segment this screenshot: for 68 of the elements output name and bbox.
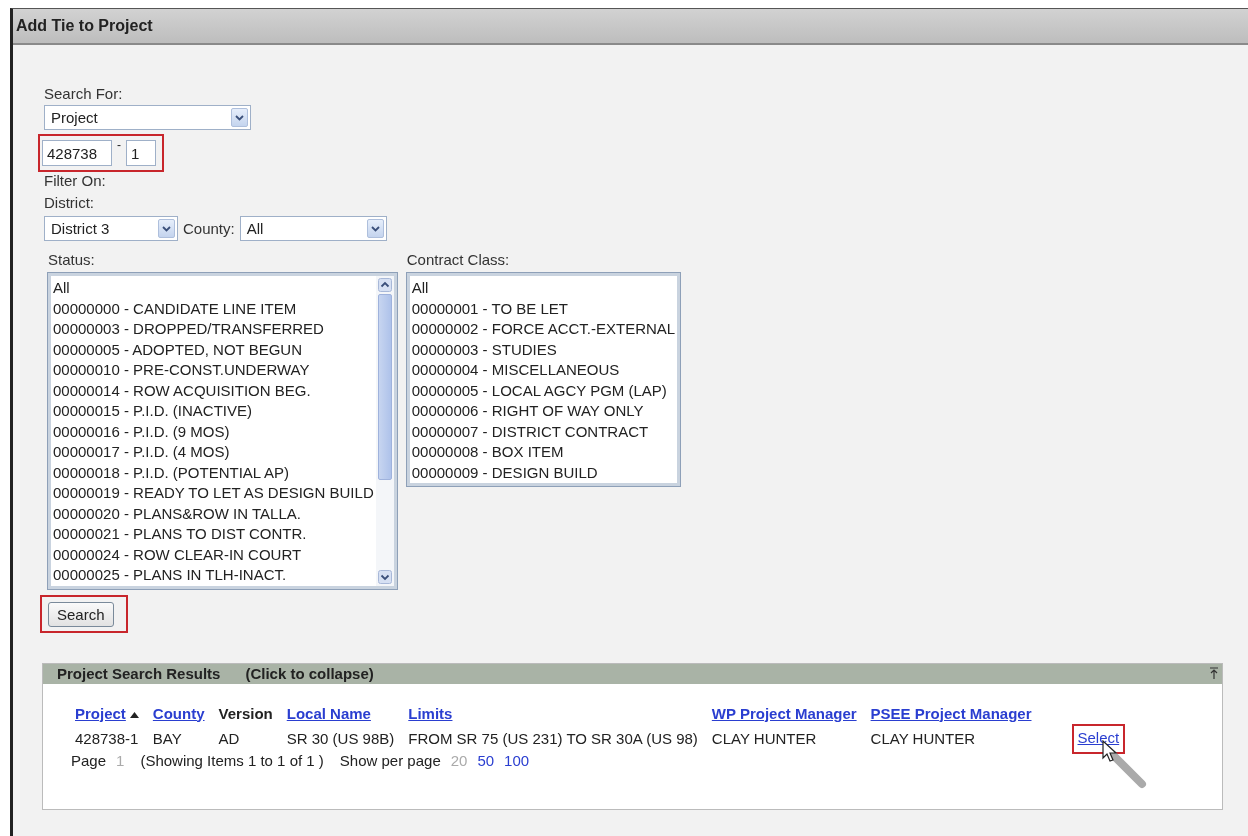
list-option[interactable]: 00000015 - P.I.D. (INACTIVE) [53, 401, 374, 422]
list-option[interactable]: 00000025 - PLANS IN TLH-INACT. [53, 565, 374, 586]
list-option[interactable]: 00000018 - P.I.D. (POTENTIAL AP) [53, 462, 374, 483]
column-header-link[interactable]: PSEE Project Manager [870, 704, 1032, 722]
status-listbox[interactable] [48, 273, 397, 589]
column-header-link[interactable]: Limits [408, 704, 453, 722]
column-header-link[interactable]: WP Project Manager [711, 704, 857, 722]
list-option[interactable]: 00000021 - PLANS TO DIST CONTR. [53, 524, 374, 545]
list-option[interactable]: 00000007 - DISTRICT CONTRACT [411, 421, 676, 442]
table-cell: AD [218, 729, 240, 747]
list-option[interactable]: 00000014 - ROW ACQUISITION BEG. [53, 380, 374, 401]
column-header: Version [218, 704, 273, 722]
results-title: Project Search Results [57, 665, 221, 682]
field-label: Filter On: [44, 171, 107, 191]
field-label: County: [183, 218, 235, 239]
list-option[interactable]: 00000003 - STUDIES [411, 339, 676, 360]
list-option[interactable]: 00000003 - DROPPED/TRANSFERRED [53, 319, 374, 340]
field-label: Contract Class: [406, 250, 511, 270]
results-header[interactable]: Project Search Results (Click to collapse) [43, 663, 1222, 684]
contract-class-listbox[interactable] [406, 273, 681, 486]
per-page-option[interactable]: 50 [477, 751, 495, 769]
table-cell: 428738-1 [75, 729, 139, 747]
field-label: District: [44, 193, 95, 213]
separator: - [117, 138, 121, 152]
search-button[interactable]: Search [48, 601, 114, 627]
column-header-link[interactable]: Local Name [286, 704, 371, 722]
list-option[interactable]: 00000016 - P.I.D. (9 MOS) [53, 421, 374, 442]
version-field[interactable]: 1 [126, 140, 156, 166]
list-option[interactable]: 00000000 - CANDIDATE LINE ITEM [53, 298, 374, 319]
column-header-link[interactable]: County [152, 704, 205, 722]
list-option[interactable]: 00000006 - RIGHT OF WAY ONLY [411, 401, 676, 422]
field-label: Status: [48, 250, 96, 270]
page-label: Page [71, 751, 107, 769]
list-option[interactable]: All [53, 278, 374, 299]
table-cell: SR 30 (US 98B) [286, 729, 395, 747]
table-cell: CLAY HUNTER [711, 729, 817, 747]
per-page-label: Show per page [339, 751, 441, 769]
table-cell: BAY [152, 729, 182, 747]
list-option[interactable]: 00000002 - FORCE ACCT.-EXTERNAL [411, 319, 676, 340]
list-option[interactable]: All [411, 278, 676, 299]
list-option[interactable]: 00000009 - DESIGN BUILD [411, 462, 676, 483]
county-dropdown[interactable]: All [239, 216, 387, 241]
window-title: Add Tie to Project [16, 17, 153, 35]
column-header-link[interactable]: Project [75, 704, 126, 722]
table-cell: CLAY HUNTER [870, 729, 976, 747]
scrollbar-thumb[interactable] [377, 294, 392, 480]
list-option[interactable]: 00000020 - PLANS&ROW IN TALLA. [53, 503, 374, 524]
list-option[interactable]: 00000004 - MISCELLANEOUS [411, 360, 676, 381]
list-option[interactable]: 00000008 - BOX ITEM [411, 442, 676, 463]
per-page-option[interactable]: 100 [504, 751, 530, 769]
table-cell: FROM SR 75 (US 231) TO SR 30A (US 98) [408, 729, 698, 747]
scroll-up-icon[interactable] [377, 278, 392, 292]
pin-icon[interactable] [1210, 666, 1218, 679]
search-for-dropdown[interactable]: Project [44, 105, 251, 130]
select-link[interactable]: Select [1077, 728, 1120, 746]
collapse-hint: (Click to collapse) [245, 665, 374, 682]
item-count: (Showing Items 1 to 1 of 1 ) [140, 751, 324, 769]
list-option[interactable]: 00000019 - READY TO LET AS DESIGN BUILD [53, 483, 374, 504]
district-dropdown[interactable]: District 3 [44, 216, 178, 241]
list-option[interactable]: 00000005 - LOCAL AGCY PGM (LAP) [411, 380, 676, 401]
field-label: Search For: [44, 84, 124, 104]
list-option[interactable]: 00000001 - TO BE LET [411, 298, 676, 319]
list-option[interactable]: 00000010 - PRE-CONST.UNDERWAY [53, 360, 374, 381]
scroll-down-icon[interactable] [377, 569, 392, 584]
list-option[interactable]: 00000024 - ROW CLEAR-IN COURT [53, 544, 374, 565]
list-option[interactable]: 00000017 - P.I.D. (4 MOS) [53, 442, 374, 463]
list-option[interactable]: 00000005 - ADOPTED, NOT BEGUN [53, 339, 374, 360]
project-number-field[interactable]: 428738 [42, 140, 112, 166]
